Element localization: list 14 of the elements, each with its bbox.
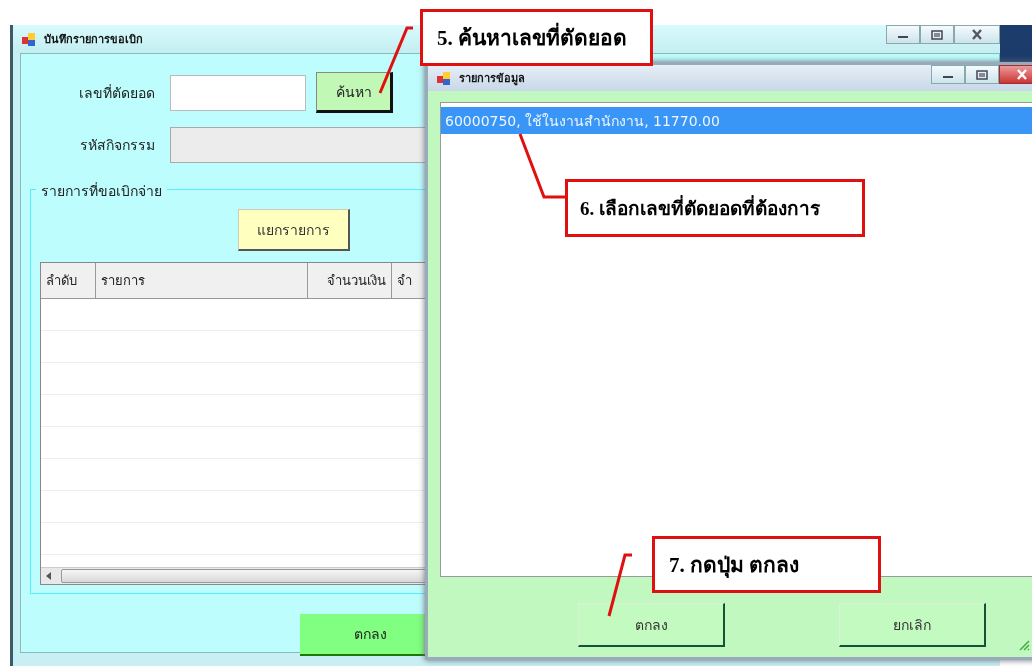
cancel-button[interactable]: ยกเลิก: [839, 603, 986, 647]
callout-label: 5. ค้นหาเลขที่ตัดยอด: [420, 9, 653, 66]
field-label: เลขที่ตัดยอด: [78, 83, 155, 103]
callout-label: 6. เลือกเลขที่ตัดยอดที่ต้องการ: [565, 179, 865, 237]
ok-button[interactable]: ตกลง: [578, 603, 725, 647]
column-header[interactable]: จำนวนเงิน: [308, 263, 392, 298]
window-title: รายการข้อมูล: [459, 71, 525, 87]
column-header[interactable]: รายการ: [96, 263, 308, 298]
column-header[interactable]: ลำดับ: [41, 263, 96, 298]
window-title: บันทึกรายการขอเบิก: [44, 32, 143, 48]
field-label: รหัสกิจกรรม: [79, 136, 155, 155]
split-button[interactable]: แยกรายการ: [238, 209, 350, 251]
search-button[interactable]: ค้นหา: [316, 72, 393, 113]
callout-label: 7. กดปุ่ม ตกลง: [652, 536, 881, 593]
